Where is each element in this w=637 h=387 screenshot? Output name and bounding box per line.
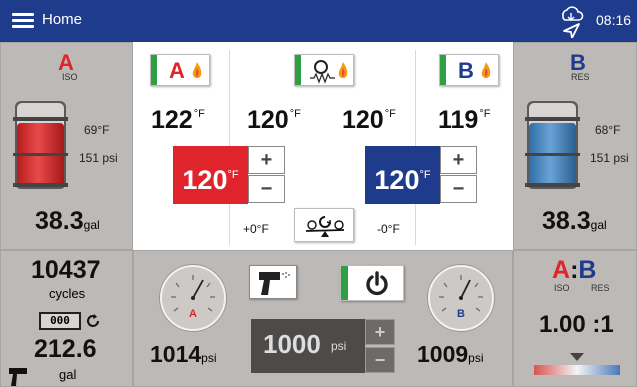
spray-gun-icon [9, 368, 27, 386]
hose-actual-right: 120°F [342, 106, 396, 134]
heater-b-decrease-button[interactable]: − [440, 175, 477, 203]
tank-a-sub: ISO [62, 72, 78, 82]
gauge-a-label: A [189, 308, 197, 320]
tank-b-volume-unit: gal [590, 218, 607, 232]
tank-b-panel[interactable]: B RES 68°F 151 psi 38.3gal [513, 42, 637, 250]
ratio-value: 1.00 :1 [539, 311, 614, 338]
tank-a-panel[interactable]: A ISO 69°F 151 psi 38.3gal [0, 42, 133, 250]
pressure-setpoint[interactable]: 1000 psi [251, 319, 365, 373]
menu-icon[interactable] [12, 13, 34, 29]
spray-gun-icon [259, 272, 290, 295]
pressure-decrease-button[interactable]: − [365, 347, 395, 373]
tank-a-temp: 69°F [84, 123, 110, 137]
pressure-b-reading: 1009psi [417, 341, 484, 367]
reset-icon[interactable] [84, 312, 102, 330]
pressure-a-reading: 1014psi [150, 341, 217, 367]
heater-b-badge-letter: B [458, 58, 474, 83]
heater-b-setpoint[interactable]: 120°F [365, 146, 440, 204]
heater-a-setpoint[interactable]: 120°F [173, 146, 248, 204]
tank-a-volume-value: 38.3 [35, 207, 84, 235]
tank-b-sub: RES [571, 72, 590, 82]
temperature-balance-button[interactable] [294, 208, 354, 242]
gauge-b-label: B [457, 308, 465, 320]
heater-a-badge-letter: A [169, 58, 185, 83]
flame-icon [338, 62, 348, 78]
balance-scale-icon [305, 216, 345, 237]
hose-actual-left: 120°F [247, 106, 301, 134]
ratio-indicator [534, 353, 620, 375]
heater-a-toggle[interactable]: A [150, 54, 210, 86]
hose-heater-toggle[interactable] [294, 54, 354, 86]
offset-left: +0°F [243, 222, 269, 236]
heater-b-increase-button[interactable]: + [440, 146, 477, 174]
ratio-a-sub: ISO [554, 283, 570, 293]
clock: 08:16 [596, 12, 632, 28]
offset-right: -0°F [377, 222, 400, 236]
cycles-label: cycles [49, 286, 86, 301]
ratio-b-sub: RES [591, 283, 610, 293]
power-button[interactable] [340, 265, 404, 301]
heater-panel: A B 122°F 120°F 120°F 119°F 120°F + − 12… [133, 42, 513, 250]
cycle-volume: 212.6 [34, 335, 97, 363]
top-bar: Home 08:16 [0, 0, 637, 42]
drum-a-icon [13, 101, 68, 189]
gun-mode-button[interactable] [249, 265, 297, 299]
hose-heat-icon [310, 60, 335, 84]
pressure-increase-button[interactable]: + [365, 319, 395, 345]
heater-a-increase-button[interactable]: + [248, 146, 285, 174]
tank-a-volume: 38.3gal [35, 207, 100, 236]
cycles-panel[interactable]: 10437 cycles 000 212.6 gal [0, 250, 133, 387]
drum-b-icon [525, 101, 580, 189]
heater-a-decrease-button[interactable]: − [248, 175, 285, 203]
app-root: Home 08:16 A ISO 69°F 151 psi 38.3gal B … [0, 0, 637, 387]
tank-a-volume-unit: gal [83, 218, 100, 232]
ratio-title: A:B [552, 256, 597, 284]
power-icon [366, 271, 388, 296]
page-title: Home [42, 11, 83, 28]
tank-b-volume: 38.3gal [542, 207, 607, 236]
flame-icon [481, 62, 491, 78]
cycle-volume-unit: gal [59, 367, 77, 382]
heater-a-actual: 122°F [151, 106, 205, 134]
heater-b-actual: 119°F [438, 106, 491, 134]
tank-b-pressure: 151 psi [590, 151, 629, 165]
cycle-counter-reset[interactable]: 000 [39, 312, 81, 330]
heater-b-toggle[interactable]: B [439, 54, 499, 86]
pressure-panel: A B 1000 psi + − 1014psi 1009psi [133, 250, 513, 387]
flame-icon [192, 62, 202, 78]
tank-b-temp: 68°F [595, 123, 621, 137]
tank-a-pressure: 151 psi [79, 151, 118, 165]
pressure-gauge-a: A [160, 265, 226, 331]
ratio-panel[interactable]: A:B ISO RES 1.00 :1 [513, 250, 637, 387]
cloud-location-icon[interactable] [558, 4, 584, 38]
tank-b-volume-value: 38.3 [542, 207, 591, 235]
cycle-count: 10437 [31, 256, 101, 284]
pressure-gauge-b: B [428, 265, 494, 331]
